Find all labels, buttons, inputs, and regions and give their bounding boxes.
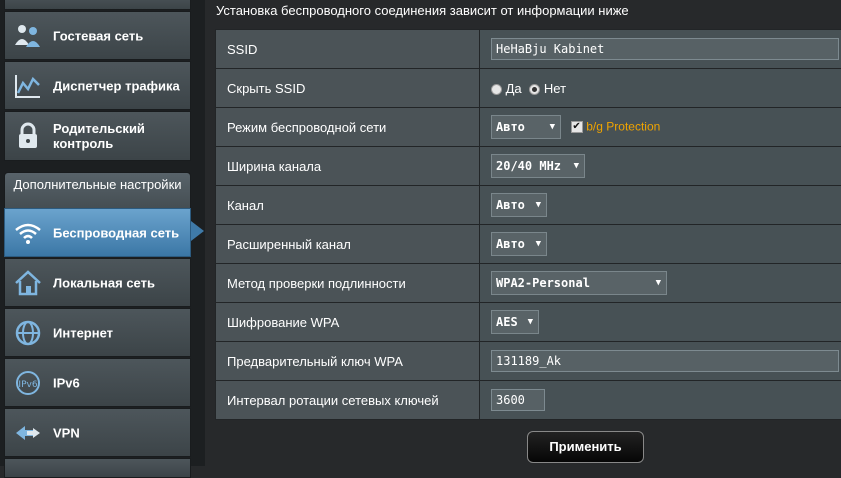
hide-ssid-label: Скрыть SSID (216, 69, 480, 108)
auth-method-select[interactable]: WPA2-Personal ▼ (491, 271, 667, 295)
home-icon (13, 268, 43, 298)
apply-button[interactable]: Применить (527, 431, 644, 463)
chevron-down-icon: ▼ (528, 315, 533, 329)
row-hide-ssid: Скрыть SSID Да Нет (216, 69, 841, 108)
encryption-label: Шифрование WPA (216, 303, 480, 342)
channel-value: Авто (496, 198, 525, 212)
wifi-icon (13, 218, 43, 248)
key-rotation-label: Интервал ротации сетевых ключей (216, 381, 480, 420)
chevron-down-icon: ▼ (574, 159, 579, 173)
key-rotation-input[interactable]: 3600 (491, 389, 545, 411)
auth-method-value: WPA2-Personal (496, 276, 590, 290)
psk-label: Предварительный ключ WPA (216, 342, 480, 381)
row-encryption: Шифрование WPA AES ▼ (216, 303, 841, 342)
svg-text:IPv6: IPv6 (18, 380, 37, 390)
traffic-chart-icon (13, 71, 43, 101)
wireless-mode-label: Режим беспроводной сети (216, 108, 480, 147)
lock-icon (13, 121, 43, 151)
hide-ssid-no-label: Нет (544, 81, 566, 96)
row-channel: Канал Авто ▼ (216, 186, 841, 225)
ssid-input[interactable]: HeHaBju Kabinet (491, 38, 839, 60)
row-psk: Предварительный ключ WPA 131189_Ak (216, 342, 841, 381)
chevron-down-icon: ▼ (536, 198, 541, 212)
sidebar-item-label: Локальная сеть (53, 275, 183, 290)
chevron-down-icon: ▼ (536, 237, 541, 251)
channel-label: Канал (216, 186, 480, 225)
ext-channel-label: Расширенный канал (216, 225, 480, 264)
globe-icon (13, 318, 43, 348)
sidebar-item-vpn[interactable]: VPN (4, 408, 191, 457)
bg-protection-label: b/g Protection (586, 119, 660, 133)
sidebar-item-traffic-manager[interactable]: Диспетчер трафика (4, 61, 191, 110)
row-wireless-mode: Режим беспроводной сети Авто ▼ ✔ b/g Prot… (216, 108, 841, 147)
sidebar-item-wireless[interactable]: Беспроводная сеть (4, 208, 191, 257)
hide-ssid-no-radio[interactable] (529, 84, 540, 95)
encryption-value: AES (496, 315, 518, 329)
sidebar-item-lan[interactable]: Локальная сеть (4, 258, 191, 307)
ext-channel-value: Авто (496, 237, 525, 251)
sidebar: Гостевая сеть Диспетчер трафика Родитель… (0, 0, 205, 466)
row-bandwidth: Ширина канала 20/40 MHz ▼ (216, 147, 841, 186)
sidebar-item-label: Гостевая сеть (53, 28, 183, 43)
wireless-mode-value: Авто (496, 120, 525, 134)
bandwidth-label: Ширина канала (216, 147, 480, 186)
sidebar-item-label: Диспетчер трафика (53, 78, 183, 93)
sidebar-item-ipv6[interactable]: IPv6 IPv6 (4, 358, 191, 407)
wireless-mode-select[interactable]: Авто ▼ (491, 115, 561, 139)
intro-text: Установка беспроводного соединения завис… (216, 3, 629, 18)
hide-ssid-yes-radio[interactable] (491, 84, 502, 95)
sidebar-item-label: Родительский контроль (53, 121, 183, 151)
ssid-label: SSID (216, 30, 480, 69)
main-panel: Установка беспроводного соединения завис… (206, 0, 841, 466)
psk-input[interactable]: 131189_Ak (491, 350, 839, 372)
sidebar-item-internet[interactable]: Интернет (4, 308, 191, 357)
chevron-down-icon: ▼ (656, 276, 661, 290)
ipv6-icon: IPv6 (13, 368, 43, 398)
bg-protection-checkbox[interactable]: ✔ (571, 121, 583, 133)
active-indicator-arrow (191, 221, 204, 241)
ext-channel-select[interactable]: Авто ▼ (491, 232, 547, 256)
sidebar-item-guest-network[interactable]: Гостевая сеть (4, 11, 191, 60)
row-ssid: SSID HeHaBju Kabinet (216, 30, 841, 69)
auth-method-label: Метод проверки подлинности (216, 264, 480, 303)
bandwidth-value: 20/40 MHz (496, 159, 561, 173)
row-auth-method: Метод проверки подлинности WPA2-Personal… (216, 264, 841, 303)
sidebar-item-clipped-bottom[interactable] (4, 458, 191, 478)
channel-select[interactable]: Авто ▼ (491, 193, 547, 217)
bandwidth-select[interactable]: 20/40 MHz ▼ (491, 154, 585, 178)
sidebar-item-label: Интернет (53, 325, 183, 340)
advanced-settings-header: Дополнительные настройки (4, 172, 191, 208)
wireless-settings-table: SSID HeHaBju Kabinet Скрыть SSID Да Нет … (215, 29, 841, 420)
chevron-down-icon: ▼ (550, 120, 555, 134)
vpn-icon (13, 418, 43, 448)
sidebar-item-parental-control[interactable]: Родительский контроль (4, 111, 191, 161)
sidebar-item-label: VPN (53, 425, 183, 440)
row-key-rotation: Интервал ротации сетевых ключей 3600 (216, 381, 841, 420)
sidebar-item-label: IPv6 (53, 375, 183, 390)
sidebar-item-clipped[interactable] (4, 0, 191, 10)
encryption-select[interactable]: AES ▼ (491, 310, 539, 334)
hide-ssid-yes-label: Да (506, 81, 522, 96)
sidebar-item-label: Беспроводная сеть (53, 225, 183, 240)
guest-network-icon (13, 21, 43, 51)
row-ext-channel: Расширенный канал Авто ▼ (216, 225, 841, 264)
